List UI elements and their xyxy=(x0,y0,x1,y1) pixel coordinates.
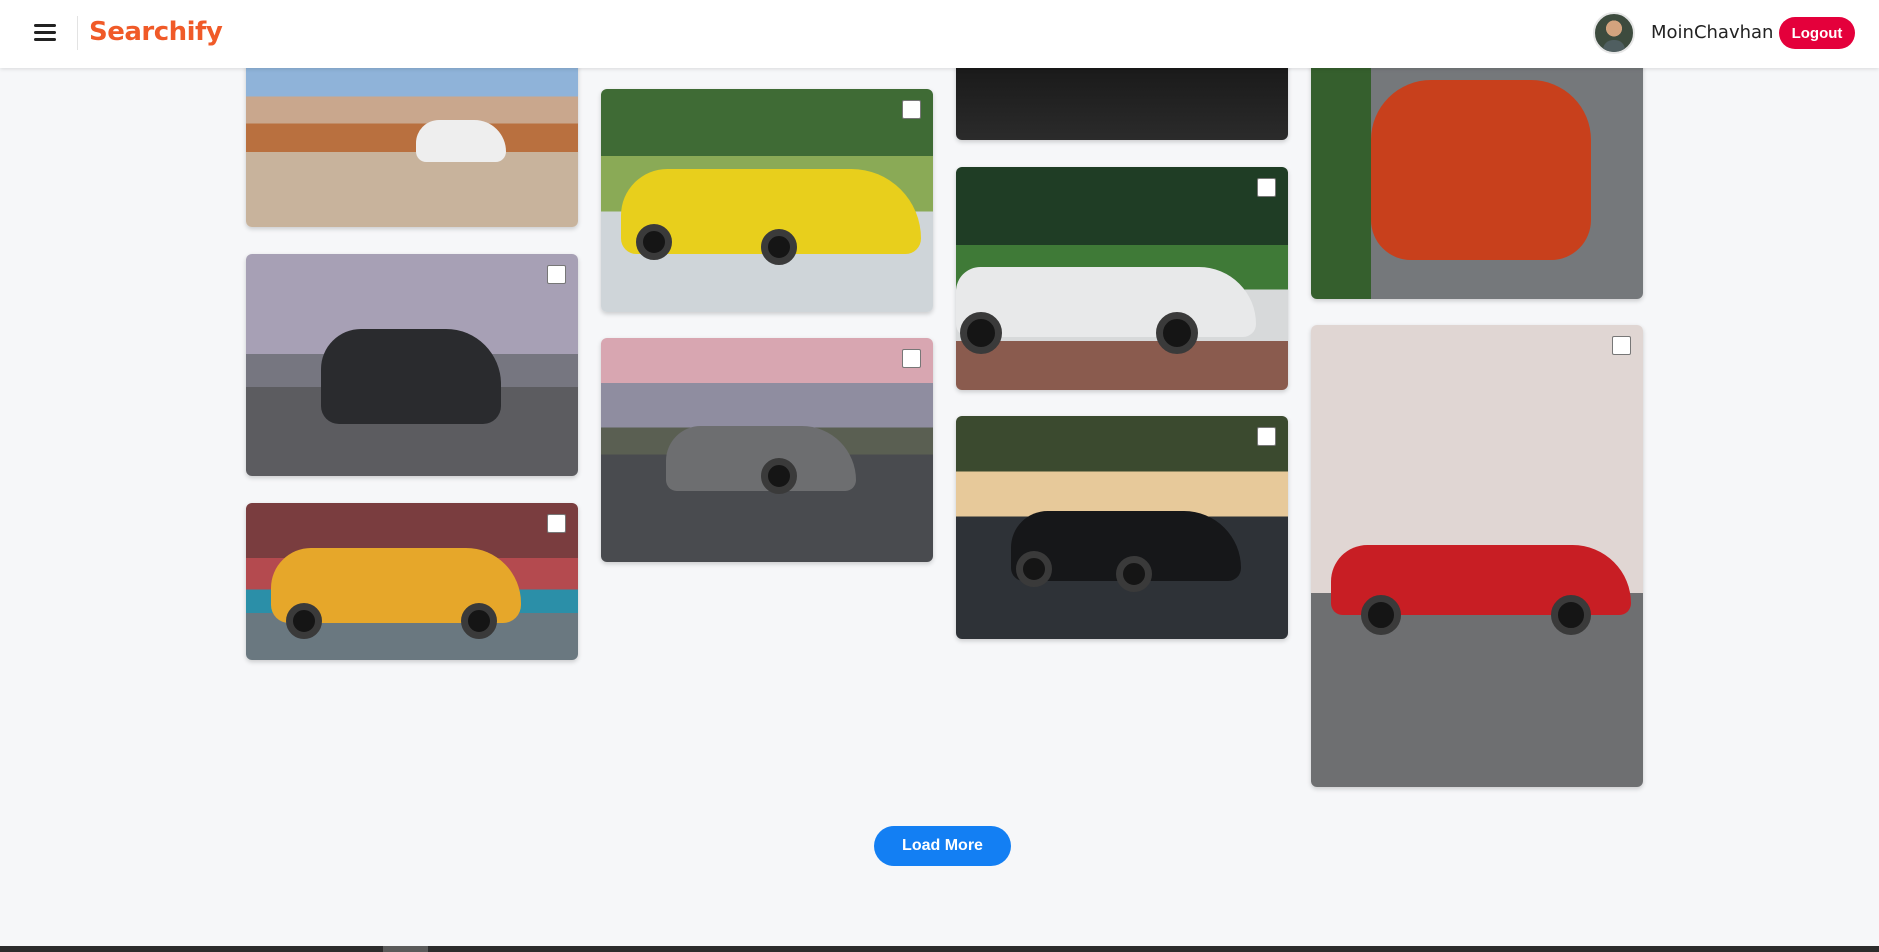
car-shape xyxy=(321,329,501,424)
gallery-image-card[interactable] xyxy=(601,89,933,312)
wheel xyxy=(1361,595,1401,635)
gallery-image-card[interactable] xyxy=(956,167,1288,390)
car-shape xyxy=(416,120,506,162)
select-checkbox[interactable] xyxy=(902,100,921,119)
hamburger-menu-icon[interactable] xyxy=(30,20,60,48)
wheel xyxy=(960,312,1002,354)
logout-button[interactable]: Logout xyxy=(1779,17,1855,49)
gallery-image-card[interactable] xyxy=(956,416,1288,639)
horizontal-scrollbar[interactable] xyxy=(0,946,1879,952)
scrollbar-thumb[interactable] xyxy=(383,946,428,952)
select-checkbox[interactable] xyxy=(902,349,921,368)
gallery-image-card[interactable] xyxy=(246,503,578,660)
wheel xyxy=(286,603,322,639)
gallery-image-card[interactable] xyxy=(956,60,1288,140)
gallery-image-card[interactable] xyxy=(246,60,578,227)
load-more-button[interactable]: Load More xyxy=(874,826,1011,866)
gallery-image-card[interactable] xyxy=(1311,325,1643,787)
wheel xyxy=(1016,551,1052,587)
wheel xyxy=(1116,556,1152,592)
gallery-image-card[interactable] xyxy=(1311,60,1643,299)
wheel xyxy=(1551,595,1591,635)
select-checkbox[interactable] xyxy=(1257,178,1276,197)
brand-logo[interactable]: Searchify xyxy=(89,17,223,47)
wheel xyxy=(761,458,797,494)
gallery-image-card[interactable] xyxy=(601,338,933,562)
brand-divider xyxy=(77,16,78,50)
select-checkbox[interactable] xyxy=(547,514,566,533)
car-shape xyxy=(1371,80,1591,260)
wheel xyxy=(1156,312,1198,354)
top-navbar: Searchify MoinChavhan Logout xyxy=(0,0,1879,68)
user-avatar-icon[interactable] xyxy=(1593,12,1635,54)
gallery-image-card[interactable] xyxy=(246,254,578,476)
wheel xyxy=(636,224,672,260)
select-checkbox[interactable] xyxy=(1257,427,1276,446)
wheel xyxy=(461,603,497,639)
select-checkbox[interactable] xyxy=(1612,336,1631,355)
wheel xyxy=(761,229,797,265)
select-checkbox[interactable] xyxy=(547,265,566,284)
username-label: MoinChavhan xyxy=(1651,22,1774,43)
